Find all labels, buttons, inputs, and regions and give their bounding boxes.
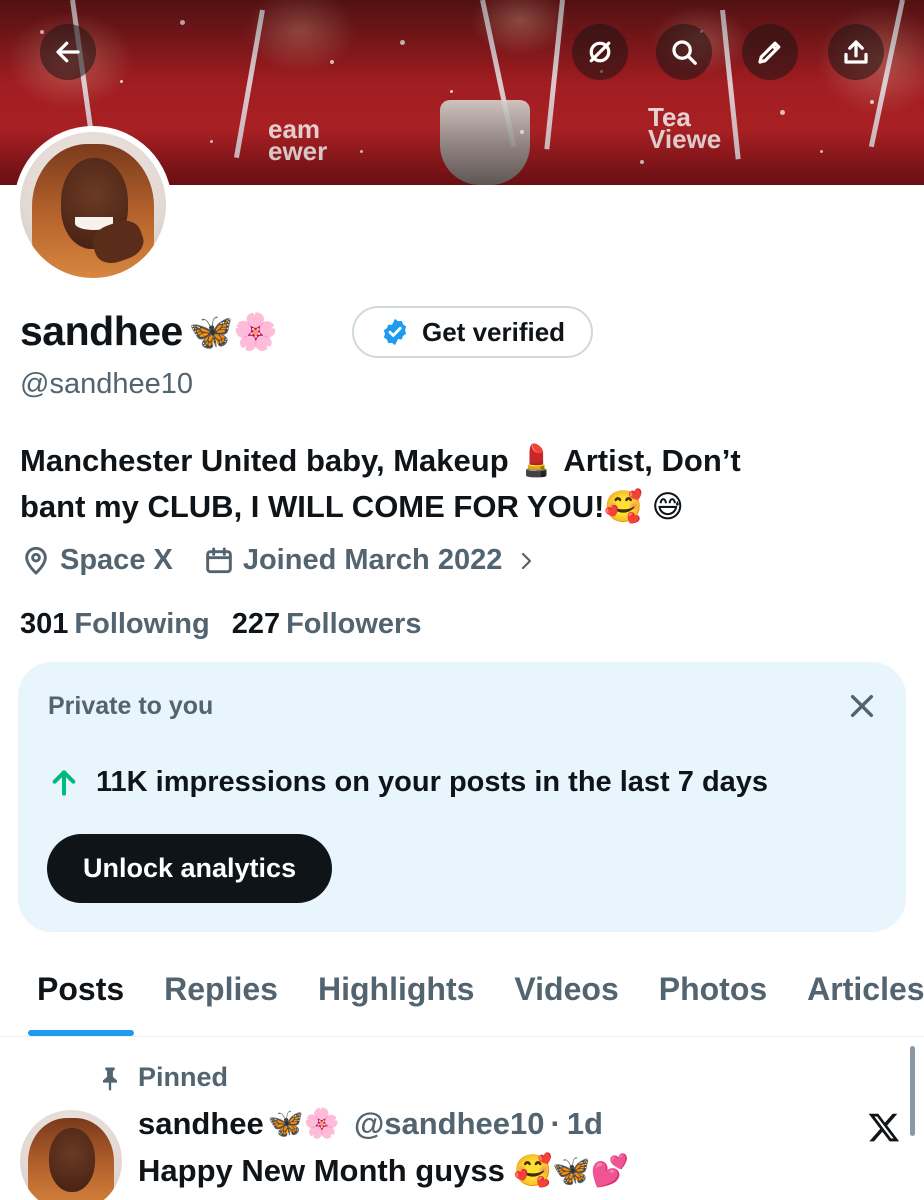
location-pin-icon [25, 546, 47, 574]
impressions-stat: 11K impressions on your posts in the las… [48, 766, 768, 799]
pinned-indicator: Pinned [96, 1062, 228, 1093]
edit-button[interactable] [742, 24, 798, 80]
tab-posts[interactable]: Posts [0, 958, 144, 1036]
tab-articles[interactable]: Articles [787, 958, 924, 1036]
close-icon [850, 694, 874, 718]
x-logo-icon [868, 1113, 900, 1142]
pencil-icon [758, 41, 781, 64]
bio-line: Manchester United baby, Makeup 💄 Artist,… [20, 443, 741, 478]
followers-count: 227 [231, 608, 281, 640]
profile-tabs: Posts Replies Highlights Videos Photos A… [0, 958, 924, 1036]
get-verified-button[interactable]: Get verified [352, 306, 594, 358]
grok-button[interactable] [572, 24, 628, 80]
impressions-text: 11K impressions on your posts in the las… [96, 766, 769, 798]
share-button[interactable] [828, 24, 884, 80]
card-title: Private to you [48, 692, 214, 720]
profile-handle: @sandhee10 [20, 368, 193, 400]
following-label: Following [74, 608, 210, 640]
post-header: sandhee 🦋🌸 @sandhee10 · 1d [138, 1106, 603, 1142]
joined-text: Joined March 2022 [242, 544, 503, 576]
pin-icon [103, 1067, 117, 1091]
share-icon [844, 40, 868, 64]
separator-dot: · [550, 1106, 561, 1141]
profile-meta: Space X Joined March 2022 [20, 544, 568, 577]
tab-videos[interactable]: Videos [494, 958, 638, 1036]
post-author-emojis: 🦋🌸 [267, 1108, 340, 1140]
post-author-name[interactable]: sandhee [138, 1106, 264, 1142]
scrollbar[interactable] [910, 1046, 915, 1136]
divider [0, 1036, 924, 1037]
private-analytics-card: Private to you 11K impressions on your p… [18, 662, 906, 932]
unlock-analytics-button[interactable]: Unlock analytics [47, 834, 333, 903]
back-button[interactable] [40, 24, 96, 80]
get-verified-label: Get verified [422, 316, 566, 347]
grok-slash-icon [589, 41, 611, 63]
joined-date[interactable]: Joined March 2022 [203, 544, 539, 577]
display-name-text: sandhee [20, 308, 183, 354]
chevron-right-icon [522, 552, 532, 569]
following-link[interactable]: 301 Following [20, 608, 210, 641]
post-text[interactable]: Happy New Month guyss 🥰🦋💕 [138, 1152, 629, 1189]
pinned-label: Pinned [138, 1062, 229, 1092]
verified-badge-icon [383, 318, 407, 346]
post-time[interactable]: 1d [567, 1106, 603, 1142]
bio-line: bant my CLUB, I WILL COME FOR YOU!🥰 😅 [20, 489, 684, 524]
search-icon [672, 40, 697, 65]
display-name: sandhee 🦋🌸 [20, 308, 278, 355]
search-button[interactable] [656, 24, 712, 80]
calendar-icon [206, 547, 232, 573]
close-card-button[interactable] [846, 690, 878, 722]
location: Space X [20, 544, 173, 577]
name-emojis: 🦋🌸 [188, 310, 278, 352]
avatar-image [20, 132, 166, 278]
followers-label: Followers [286, 608, 422, 640]
arrow-left-icon [56, 41, 80, 63]
location-text: Space X [60, 544, 173, 576]
follow-stats: 301 Following 227 Followers [20, 608, 421, 641]
tab-highlights[interactable]: Highlights [298, 958, 494, 1036]
followers-link[interactable]: 227 Followers [232, 608, 422, 641]
profile-avatar[interactable] [14, 126, 172, 284]
tab-replies[interactable]: Replies [144, 958, 298, 1036]
profile-bio: Manchester United baby, Makeup 💄 Artist,… [20, 438, 900, 530]
arrow-up-icon [52, 769, 76, 796]
following-count: 301 [20, 608, 69, 640]
tab-photos[interactable]: Photos [639, 958, 787, 1036]
post-author-handle[interactable]: @sandhee10 [354, 1106, 544, 1142]
post-author-avatar[interactable] [20, 1110, 122, 1200]
